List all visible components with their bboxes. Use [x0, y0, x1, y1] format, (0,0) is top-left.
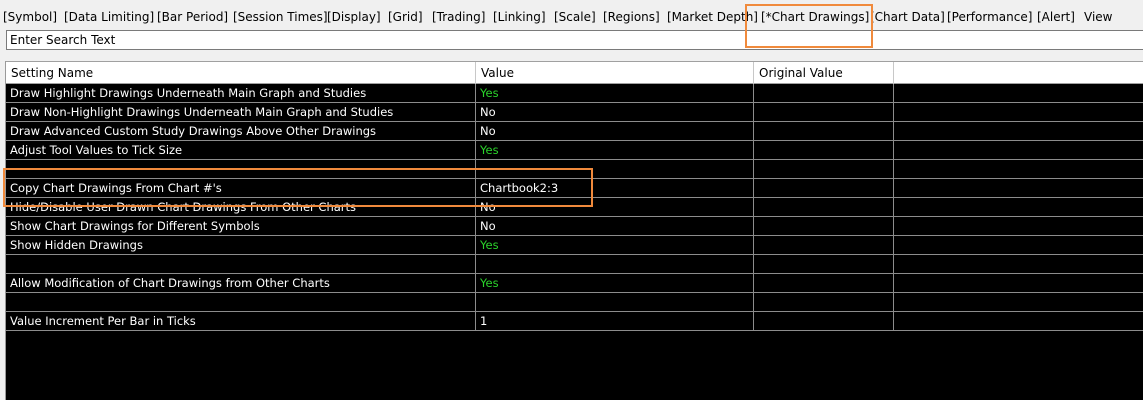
settings-grid: Setting Name Value Original Value Draw H…: [5, 61, 1143, 400]
setting-name: Draw Highlight Drawings Underneath Main …: [6, 84, 476, 102]
table-row-separator: [6, 160, 1143, 179]
setting-value[interactable]: Yes: [476, 84, 754, 102]
original-value: [754, 293, 894, 311]
setting-name: Allow Modification of Chart Drawings fro…: [6, 274, 476, 292]
table-row[interactable]: Allow Modification of Chart Drawings fro…: [6, 274, 1143, 293]
table-row-separator: [6, 293, 1143, 312]
column-header-setting-name[interactable]: Setting Name: [6, 62, 476, 84]
row-filler: [894, 198, 1143, 216]
tab-chart-drawings[interactable]: [*Chart Drawings]: [761, 10, 869, 24]
setting-value[interactable]: Yes: [476, 274, 754, 292]
row-filler: [894, 103, 1143, 121]
row-filler: [894, 274, 1143, 292]
tab-display[interactable]: [Display]: [327, 10, 381, 24]
original-value: [754, 274, 894, 292]
setting-value: [476, 160, 754, 178]
tab-performance[interactable]: [Performance]: [947, 10, 1032, 24]
column-header-original-value[interactable]: Original Value: [754, 62, 894, 84]
original-value: [754, 103, 894, 121]
tab-market-depth[interactable]: [Market Depth]: [667, 10, 758, 24]
grid-header: Setting Name Value Original Value: [6, 61, 1143, 84]
original-value: [754, 160, 894, 178]
setting-name: Copy Chart Drawings From Chart #'s: [6, 179, 476, 197]
row-filler: [894, 84, 1143, 102]
chart-settings-window: [Symbol] [Data Limiting] [Bar Period] [S…: [0, 0, 1143, 400]
table-row[interactable]: Draw Highlight Drawings Underneath Main …: [6, 84, 1143, 103]
setting-value[interactable]: No: [476, 198, 754, 216]
table-row[interactable]: Copy Chart Drawings From Chart #'s Chart…: [6, 179, 1143, 198]
search-input[interactable]: [6, 30, 1143, 50]
setting-name: Show Hidden Drawings: [6, 236, 476, 254]
tab-session-times[interactable]: [Session Times]: [233, 10, 328, 24]
column-header-value[interactable]: Value: [476, 62, 754, 84]
original-value: [754, 312, 894, 330]
title-strip: [0, 0, 1143, 7]
setting-value[interactable]: No: [476, 103, 754, 121]
row-filler: [894, 122, 1143, 140]
table-row[interactable]: Value Increment Per Bar in Ticks 1: [6, 312, 1143, 331]
row-filler: [894, 141, 1143, 159]
setting-value: [476, 255, 754, 273]
row-filler: [894, 217, 1143, 235]
tab-symbol[interactable]: [Symbol]: [3, 10, 57, 24]
table-row[interactable]: Draw Advanced Custom Study Drawings Abov…: [6, 122, 1143, 141]
row-filler: [894, 293, 1143, 311]
original-value: [754, 179, 894, 197]
original-value: [754, 122, 894, 140]
row-filler: [894, 312, 1143, 330]
original-value: [754, 255, 894, 273]
setting-name: Value Increment Per Bar in Ticks: [6, 312, 476, 330]
tab-bar-period[interactable]: [Bar Period]: [157, 10, 228, 24]
setting-name: Draw Advanced Custom Study Drawings Abov…: [6, 122, 476, 140]
setting-name: [6, 255, 476, 273]
table-row[interactable]: Adjust Tool Values to Tick Size Yes: [6, 141, 1143, 160]
tab-data-limiting[interactable]: [Data Limiting]: [64, 10, 154, 24]
settings-tabs-bar: [Symbol] [Data Limiting] [Bar Period] [S…: [0, 7, 1143, 29]
row-filler: [894, 160, 1143, 178]
row-filler: [894, 236, 1143, 254]
setting-value: [476, 293, 754, 311]
original-value: [754, 141, 894, 159]
setting-value[interactable]: Yes: [476, 236, 754, 254]
setting-value[interactable]: Yes: [476, 141, 754, 159]
tab-regions[interactable]: [Regions]: [603, 10, 660, 24]
setting-name: [6, 160, 476, 178]
table-row[interactable]: Hide/Disable User Drawn Chart Drawings F…: [6, 198, 1143, 217]
setting-value[interactable]: 1: [476, 312, 754, 330]
setting-name: [6, 293, 476, 311]
setting-value[interactable]: Chartbook2:3: [476, 179, 754, 197]
original-value: [754, 198, 894, 216]
setting-value[interactable]: No: [476, 217, 754, 235]
tab-trading[interactable]: [Trading]: [432, 10, 485, 24]
tab-scale[interactable]: [Scale]: [554, 10, 596, 24]
setting-name: Show Chart Drawings for Different Symbol…: [6, 217, 476, 235]
table-row[interactable]: Show Chart Drawings for Different Symbol…: [6, 217, 1143, 236]
setting-value[interactable]: No: [476, 122, 754, 140]
setting-name: Hide/Disable User Drawn Chart Drawings F…: [6, 198, 476, 216]
table-row-separator: [6, 255, 1143, 274]
tab-linking[interactable]: [Linking]: [493, 10, 546, 24]
original-value: [754, 84, 894, 102]
setting-name: Draw Non-Highlight Drawings Underneath M…: [6, 103, 476, 121]
tab-alert[interactable]: [Alert]: [1037, 10, 1075, 24]
column-header-empty: [894, 62, 1143, 84]
table-row[interactable]: Show Hidden Drawings Yes: [6, 236, 1143, 255]
tab-chart-data[interactable]: [Chart Data]: [870, 10, 945, 24]
table-row[interactable]: Draw Non-Highlight Drawings Underneath M…: [6, 103, 1143, 122]
row-filler: [894, 255, 1143, 273]
tab-grid[interactable]: [Grid]: [388, 10, 423, 24]
setting-name: Adjust Tool Values to Tick Size: [6, 141, 476, 159]
original-value: [754, 236, 894, 254]
tab-view[interactable]: View: [1084, 10, 1112, 24]
row-filler: [894, 179, 1143, 197]
original-value: [754, 217, 894, 235]
